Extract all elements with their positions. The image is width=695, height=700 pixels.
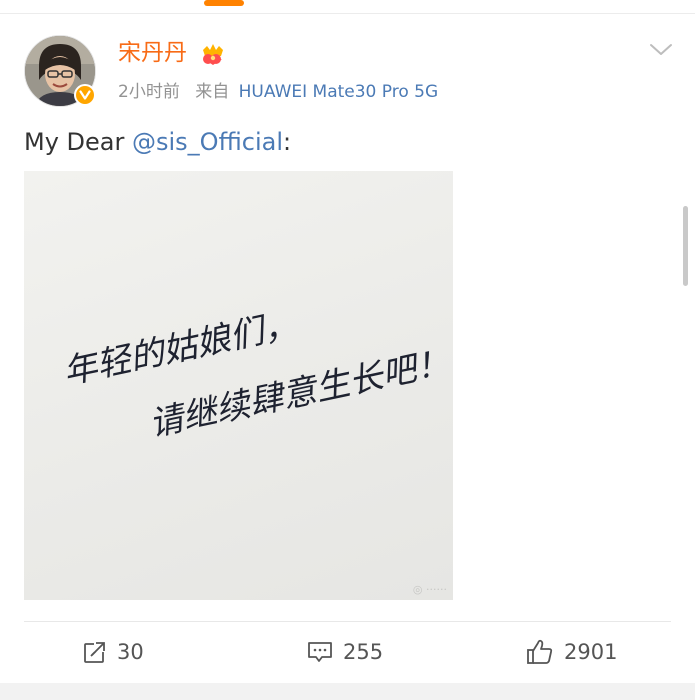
like-button[interactable]: 2901	[526, 636, 617, 668]
post-text: My Dear @sis_Official:	[24, 126, 291, 158]
verified-badge-icon	[74, 84, 96, 106]
post-text-prefix: My Dear	[24, 128, 132, 156]
comment-button[interactable]: 255	[307, 636, 383, 668]
like-count: 2901	[564, 640, 618, 664]
device-link[interactable]: HUAWEI Mate30 Pro 5G	[239, 82, 439, 102]
top-divider	[0, 13, 695, 14]
post-text-suffix: :	[283, 128, 292, 156]
member-crown-icon[interactable]	[200, 42, 226, 66]
author-name[interactable]: 宋丹丹	[118, 38, 187, 68]
repost-button[interactable]: 30	[83, 636, 144, 668]
like-icon	[526, 639, 554, 665]
post-meta: 2小时前 来自 HUAWEI Mate30 Pro 5G	[118, 80, 438, 104]
active-tab-indicator	[204, 0, 244, 6]
repost-count: 30	[117, 640, 144, 664]
weibo-post-screen: 宋丹丹 2小时前 来自 HUAWEI Mate30 Pro 5G My Dear…	[0, 0, 695, 700]
comment-count: 255	[343, 640, 384, 664]
post-image[interactable]: 年轻的姑娘们， 请继续肆意生长吧！ ◎ ······	[24, 171, 453, 600]
bottom-separator	[0, 683, 695, 700]
post-time: 2小时前	[118, 82, 180, 102]
actions-divider	[24, 621, 671, 622]
handwriting-note: 年轻的姑娘们， 请继续肆意生长吧！	[60, 304, 453, 445]
chevron-down-icon[interactable]	[649, 42, 673, 58]
mention-link[interactable]: @sis_Official	[132, 128, 283, 156]
scrollbar[interactable]	[683, 206, 688, 286]
repost-icon	[83, 640, 107, 664]
avatar[interactable]	[24, 35, 96, 107]
source-prefix: 来自	[195, 82, 230, 102]
image-watermark: ◎ ······	[412, 583, 447, 596]
comment-icon	[307, 640, 333, 664]
